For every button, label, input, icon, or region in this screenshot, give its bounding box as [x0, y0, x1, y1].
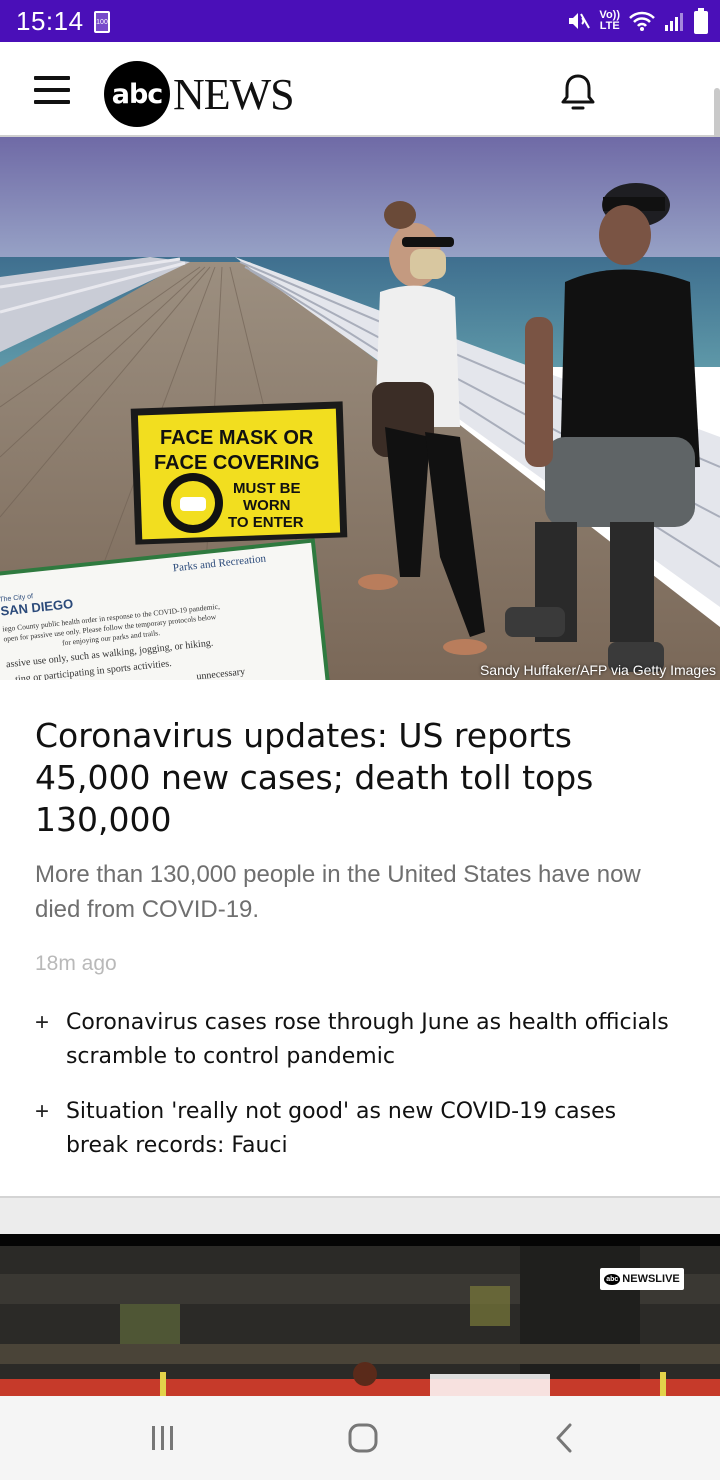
photo-credit: Sandy Huffaker/AFP via Getty Images [479, 662, 716, 678]
related-story-2[interactable]: + Situation 'really not good' as new COV… [35, 1095, 675, 1163]
video-thumbnail [0, 1234, 720, 1396]
plus-icon: + [35, 1009, 50, 1036]
sign-line-1: FACE MASK OR [160, 427, 314, 449]
article-headline[interactable]: Coronavirus updates: US reports 45,000 n… [35, 715, 685, 841]
sign-line-4: WORN [243, 497, 291, 514]
system-nav-bar [0, 1396, 720, 1480]
status-time: 15:14 [16, 6, 84, 36]
signal-icon [665, 13, 683, 31]
app-bar: abc NEWS [0, 42, 720, 158]
network-type: Vo)) LTE [599, 10, 620, 32]
abc-logo-circle: abc [104, 61, 170, 127]
logo-news-text: NEWS [173, 69, 295, 119]
related-story-title: Situation 'really not good' as new COVID… [65, 1099, 617, 1158]
sign-line-5: TO ENTER [228, 514, 304, 531]
related-story-title: Coronavirus cases rose through June as h… [65, 1010, 669, 1069]
battery-icon [694, 8, 708, 34]
back-icon[interactable] [543, 1418, 587, 1458]
battery-saver-icon: 100 [94, 11, 110, 33]
article-timestamp: 18m ago [35, 952, 117, 975]
related-story-1[interactable]: + Coronavirus cases rose through June as… [35, 1006, 675, 1074]
plus-icon: + [35, 1098, 50, 1125]
status-icons: Vo)) LTE [567, 6, 708, 36]
home-icon[interactable] [341, 1418, 385, 1458]
menu-icon[interactable] [34, 76, 70, 104]
abc-news-logo[interactable]: abc NEWS [104, 60, 295, 128]
sign-line-2: FACE COVERING [154, 452, 320, 474]
article-summary: More than 130,000 people in the United S… [35, 861, 641, 923]
hero-photo: FACE MASK OR FACE COVERING MUST BE WORN … [0, 137, 720, 680]
sign-line-3: MUST BE [233, 480, 301, 497]
badge-text: NEWSLIVE [622, 1273, 680, 1285]
news-live-badge: abc NEWSLIVE [600, 1268, 684, 1290]
network-label-bottom: LTE [599, 20, 620, 32]
wifi-icon [629, 11, 655, 31]
recent-apps-icon[interactable] [141, 1418, 185, 1458]
mute-icon [569, 13, 591, 29]
bell-icon[interactable] [556, 70, 600, 114]
badge-abc: abc [604, 1273, 621, 1285]
status-bar: 15:14 100 Vo)) LTE [0, 0, 720, 42]
hero-image[interactable]: FACE MASK OR FACE COVERING MUST BE WORN … [0, 137, 720, 680]
live-video-card[interactable]: abc NEWSLIVE [0, 1234, 720, 1396]
section-gap [0, 1198, 720, 1234]
